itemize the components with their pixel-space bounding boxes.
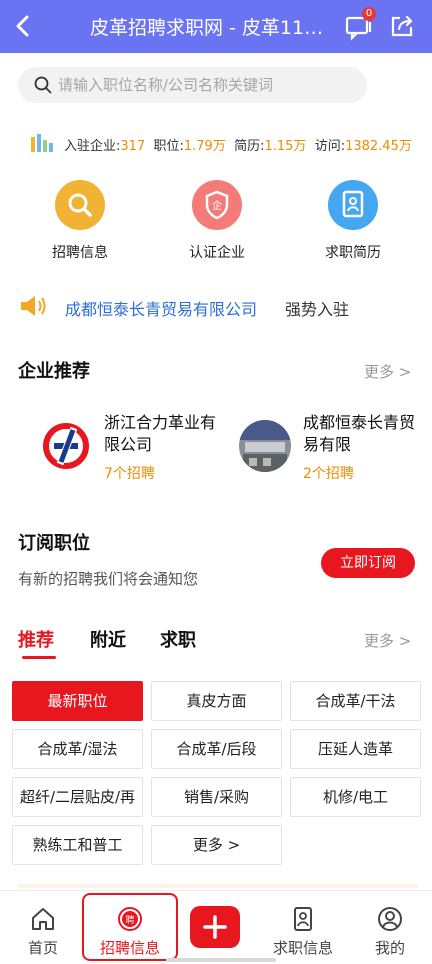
enterprise-more-link[interactable]: 更多 > — [364, 361, 411, 382]
category-chip[interactable]: 压延人造革 — [290, 729, 421, 769]
search-bar[interactable] — [18, 67, 367, 103]
company-card[interactable]: 成都恒泰长青贸易有限 2个招聘 — [239, 412, 429, 487]
search-input[interactable] — [58, 67, 358, 103]
stat-resumes-label: 简历: — [234, 139, 265, 154]
job-tabs-more-link[interactable]: 更多 > — [364, 630, 411, 651]
plus-icon — [203, 915, 227, 939]
subscribe-button[interactable]: 立即订阅 — [321, 548, 415, 578]
tab-mine-label: 我的 — [374, 939, 405, 957]
quick-link-verified[interactable]: 企 认证企业 — [162, 180, 272, 262]
stat-resumes-value: 1.15万 — [264, 139, 307, 154]
company-jobs-count: 2个招聘 — [303, 466, 354, 482]
active-tab-highlight — [82, 893, 178, 961]
quick-link-label: 招聘信息 — [52, 245, 108, 261]
tab-home[interactable]: 首页 — [0, 905, 86, 958]
quick-link-jobs[interactable]: 招聘信息 — [25, 180, 135, 262]
message-badge: 0 — [362, 7, 376, 21]
quick-link-resumes[interactable]: 求职简历 — [298, 180, 408, 262]
category-more-chip[interactable]: 更多 > — [151, 825, 282, 865]
tab-nearby[interactable]: 附近 — [90, 626, 126, 652]
tab-home-label: 首页 — [27, 939, 58, 957]
bar-chart-icon — [30, 133, 54, 157]
user-icon — [347, 905, 432, 933]
section-title-subscribe: 订阅职位 — [18, 533, 90, 554]
site-stats: 入驻企业:317 职位:1.79万 简历:1.15万 访问:1382.45万 — [30, 133, 430, 155]
company-logo — [40, 420, 92, 472]
page-title: 皮革招聘求职网 - 皮革11… — [90, 17, 324, 39]
company-name: 浙江合力革业有限公司 — [104, 413, 217, 454]
resume-icon — [260, 905, 346, 933]
stat-companies-label: 入驻企业: — [64, 139, 121, 154]
back-icon[interactable] — [10, 12, 38, 40]
post-job-button[interactable] — [190, 906, 240, 948]
quick-link-label: 认证企业 — [189, 245, 245, 261]
company-jobs-count: 7个招聘 — [104, 466, 155, 482]
category-chip[interactable]: 合成革/湿法 — [12, 729, 143, 769]
category-chip[interactable]: 合成革/干法 — [290, 681, 421, 721]
home-icon — [0, 905, 86, 933]
category-chip[interactable]: 销售/采购 — [151, 777, 282, 817]
stat-visits-label: 访问: — [314, 139, 346, 154]
tab-job-seeking-label: 求职信息 — [272, 939, 333, 957]
category-chip[interactable]: 合成革/后段 — [151, 729, 282, 769]
subscribe-description: 有新的招聘我们将会通知您 — [18, 570, 199, 588]
company-name: 成都恒泰长青贸易有限 — [303, 413, 416, 454]
home-indicator — [166, 958, 276, 962]
tab-job-seeking-info[interactable]: 求职信息 — [260, 905, 346, 958]
top-bar: 皮革招聘求职网 - 皮革11… 0 — [0, 0, 432, 53]
tab-job-seeking[interactable]: 求职 — [160, 626, 196, 652]
company-logo — [239, 420, 291, 472]
announcement-bar[interactable]: 成都恒泰长青贸易有限公司 强势入驻 — [18, 292, 418, 320]
stat-companies-value: 317 — [120, 139, 146, 154]
search-icon — [55, 180, 105, 230]
tab-mine[interactable]: 我的 — [347, 905, 432, 958]
category-chip[interactable]: 真皮方面 — [151, 681, 282, 721]
tab-recommend[interactable]: 推荐 — [18, 626, 54, 652]
shield-icon: 企 — [192, 180, 242, 230]
quick-link-label: 求职简历 — [325, 245, 381, 261]
active-tab-indicator — [22, 656, 56, 659]
category-chip[interactable]: 熟练工和普工 — [12, 825, 143, 865]
category-chip[interactable]: 超纤/二层贴皮/再 — [12, 777, 143, 817]
stat-jobs-label: 职位: — [153, 139, 184, 154]
search-icon — [34, 76, 52, 98]
company-card[interactable]: 浙江合力革业有限公司 7个招聘 — [40, 412, 230, 487]
category-chip[interactable]: 最新职位 — [12, 681, 143, 721]
resume-icon — [328, 180, 378, 230]
category-chip[interactable]: 机修/电工 — [290, 777, 421, 817]
stat-visits-value: 1382.45万 — [345, 139, 412, 154]
stat-jobs-value: 1.79万 — [183, 139, 226, 154]
content-divider — [18, 884, 418, 888]
announcement-suffix: 强势入驻 — [285, 300, 350, 319]
speaker-icon — [18, 293, 48, 323]
announcement-company[interactable]: 成都恒泰长青贸易有限公司 — [65, 296, 257, 320]
share-icon[interactable] — [388, 12, 416, 40]
section-title-enterprise: 企业推荐 — [18, 361, 90, 382]
svg-text:企: 企 — [212, 199, 222, 212]
